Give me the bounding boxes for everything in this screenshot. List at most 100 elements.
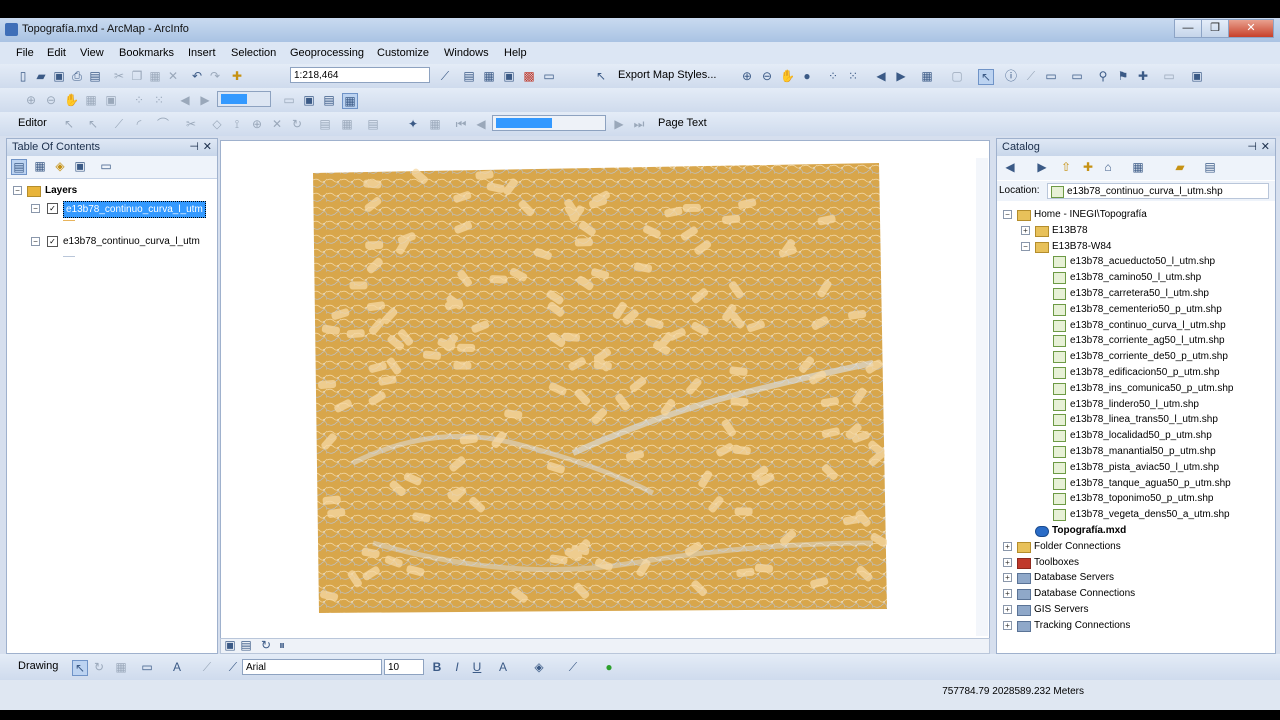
map-horizontal-scrollbar[interactable]: ▣ ▤ ↻ ⏸ <box>220 638 990 654</box>
rotate-element-icon[interactable]: ↻ <box>92 660 106 674</box>
catalog-shapefile[interactable]: e13b78_cementerio50_p_utm.shp <box>1053 302 1271 317</box>
expand-icon[interactable]: + <box>1003 589 1012 599</box>
data-driven-pages-icon[interactable]: ▦ <box>342 93 358 109</box>
back-icon[interactable]: ◀ <box>1003 160 1017 174</box>
catalog-folder-e13b78-w84[interactable]: − E13B78-W84 <box>1021 239 1271 254</box>
catalog-shapefile[interactable]: e13b78_manantial50_p_utm.shp <box>1053 444 1271 459</box>
toc-layer-row-1[interactable]: − ✓ e13b78_continuo_curva_l_utm <box>31 201 215 218</box>
attributes-icon[interactable]: ▤ <box>318 117 332 131</box>
menu-help[interactable]: Help <box>504 47 527 59</box>
zoom-in-icon[interactable]: ⊕ <box>740 69 754 83</box>
edit-tool-icon[interactable]: ↖ <box>62 117 76 131</box>
italic-icon[interactable]: I <box>450 660 464 674</box>
drawing-menu[interactable]: Drawing <box>18 660 58 672</box>
georef-tools-icon[interactable]: ▦ <box>428 117 442 131</box>
layout-view-icon[interactable]: ▤ <box>239 638 253 652</box>
menu-edit[interactable]: Edit <box>47 47 66 59</box>
print-preview-icon[interactable]: ▤ <box>88 69 102 83</box>
forward-icon[interactable]: ▶ <box>1035 160 1049 174</box>
catalog-shapefile[interactable]: e13b78_linea_trans50_l_utm.shp <box>1053 412 1271 427</box>
catalog-home-folder[interactable]: − Home - INEGI\Topografía <box>1003 207 1271 222</box>
reshape-icon[interactable]: ⟟ <box>230 117 244 131</box>
menu-customize[interactable]: Customize <box>377 47 429 59</box>
font-size-select[interactable]: 10 <box>384 659 424 675</box>
zoom-100-icon[interactable]: ▣ <box>104 93 118 107</box>
menu-file[interactable]: File <box>16 47 34 59</box>
menu-windows[interactable]: Windows <box>444 47 489 59</box>
close-catalog-icon[interactable]: ✕ <box>1261 139 1270 156</box>
home-icon[interactable]: ⌂ <box>1101 160 1115 174</box>
toggle-contents-icon[interactable]: ▤ <box>1203 160 1217 174</box>
list-by-visibility-icon[interactable]: ◈ <box>53 159 67 173</box>
up-one-level-icon[interactable]: ⇧ <box>1059 160 1073 174</box>
straight-segment-icon[interactable]: ⟋ <box>112 117 126 131</box>
fill-color-icon[interactable]: ◈ <box>532 660 546 674</box>
font-select[interactable]: Arial <box>242 659 382 675</box>
cut-polygons-icon[interactable]: ⊕ <box>250 117 264 131</box>
catalog-connection-item[interactable]: + GIS Servers <box>1003 602 1271 617</box>
new-folder-icon[interactable]: ▰ <box>1173 160 1187 174</box>
catalog-shapefile[interactable]: e13b78_continuo_curva_l_utm.shp <box>1053 318 1271 333</box>
catalog-shapefile[interactable]: e13b78_camino50_l_utm.shp <box>1053 270 1271 285</box>
forward-extent-icon[interactable]: ▶ <box>894 69 908 83</box>
catalog-shapefile[interactable]: e13b78_ins_comunica50_p_utm.shp <box>1053 381 1271 396</box>
list-by-source-icon[interactable]: ▦ <box>33 159 47 173</box>
catalog-shapefile[interactable]: e13b78_pista_aviac50_l_utm.shp <box>1053 460 1271 475</box>
expand-icon[interactable]: + <box>1003 620 1012 630</box>
select-elements-icon[interactable]: ↖ <box>978 69 994 85</box>
pin-icon[interactable]: ⊣ <box>189 139 199 156</box>
expand-icon[interactable]: + <box>1021 225 1030 235</box>
next-page-icon[interactable]: ▶ <box>612 117 626 131</box>
pause-draw-icon[interactable]: ⏸ <box>275 638 289 652</box>
focus-data-frame-icon[interactable]: ▣ <box>302 93 316 107</box>
close-icon[interactable]: ✕ <box>1228 19 1274 38</box>
open-icon[interactable]: ▰ <box>34 69 48 83</box>
split-icon[interactable]: ✂ <box>184 117 198 131</box>
menu-geoprocessing[interactable]: Geoprocessing <box>290 47 364 59</box>
find-route-icon[interactable]: ⚑ <box>1116 69 1130 83</box>
zoom-percent-select[interactable] <box>217 91 271 107</box>
layer-name-selected[interactable]: e13b78_continuo_curva_l_utm <box>63 201 206 218</box>
rotate-icon[interactable]: ↻ <box>290 117 304 131</box>
select-elements-icon[interactable]: ↖ <box>72 660 88 676</box>
font-color-icon[interactable]: A <box>496 660 510 674</box>
views-icon[interactable]: ▦ <box>1131 160 1145 174</box>
edit-annotation-icon[interactable]: ↖ <box>86 117 100 131</box>
previous-page-icon[interactable]: ◀ <box>474 117 488 131</box>
maximize-icon[interactable]: ❐ <box>1201 19 1229 38</box>
arctoolbox-icon[interactable]: ▩ <box>522 69 536 83</box>
underline-icon[interactable]: U <box>470 660 484 674</box>
catalog-connection-item[interactable]: + Tracking Connections <box>1003 618 1271 633</box>
toc-window-icon[interactable]: ▤ <box>462 69 476 83</box>
collapse-icon[interactable]: − <box>1003 210 1012 219</box>
hyperlink-icon[interactable]: ⟋ <box>1024 69 1038 83</box>
editor-menu[interactable]: Editor <box>18 117 47 129</box>
export-map-styles-button[interactable]: Export Map Styles... <box>618 69 716 81</box>
pan-icon[interactable]: ✋ <box>780 69 795 83</box>
paste-icon[interactable]: ▦ <box>148 69 162 83</box>
catalog-folder-e13b78[interactable]: + E13B78 <box>1021 223 1271 238</box>
zoom-out-page-icon[interactable]: ⊖ <box>44 93 58 107</box>
catalog-shapefile[interactable]: e13b78_carretera50_l_utm.shp <box>1053 286 1271 301</box>
end-point-arc-icon[interactable]: ◜ <box>132 117 146 131</box>
search-window-icon[interactable]: ▣ <box>502 69 516 83</box>
menu-insert[interactable]: Insert <box>188 47 216 59</box>
next-page-extent-icon[interactable]: ▶ <box>198 93 212 107</box>
menu-view[interactable]: View <box>80 47 104 59</box>
last-page-icon[interactable]: ⏭ <box>632 117 646 131</box>
list-by-selection-icon[interactable]: ▣ <box>73 159 87 173</box>
html-popup-icon[interactable]: ▭ <box>1044 69 1058 83</box>
go-to-xy-icon[interactable]: ✚ <box>1136 69 1150 83</box>
collapse-icon[interactable]: − <box>31 237 40 246</box>
pan-page-icon[interactable]: ✋ <box>64 93 79 107</box>
catalog-shapefile[interactable]: e13b78_localidad50_p_utm.shp <box>1053 428 1271 443</box>
fixed-zoom-out-page-icon[interactable]: ⁙ <box>152 93 166 107</box>
collapse-icon[interactable]: − <box>13 186 22 195</box>
menu-selection[interactable]: Selection <box>231 47 276 59</box>
bold-icon[interactable]: B <box>430 660 444 674</box>
find-icon[interactable]: ⚲ <box>1096 69 1110 83</box>
map-vertical-scrollbar[interactable] <box>976 158 988 636</box>
toggle-draft-icon[interactable]: ▭ <box>282 93 296 107</box>
map-display[interactable] <box>220 140 990 640</box>
expand-icon[interactable]: + <box>1003 605 1012 614</box>
